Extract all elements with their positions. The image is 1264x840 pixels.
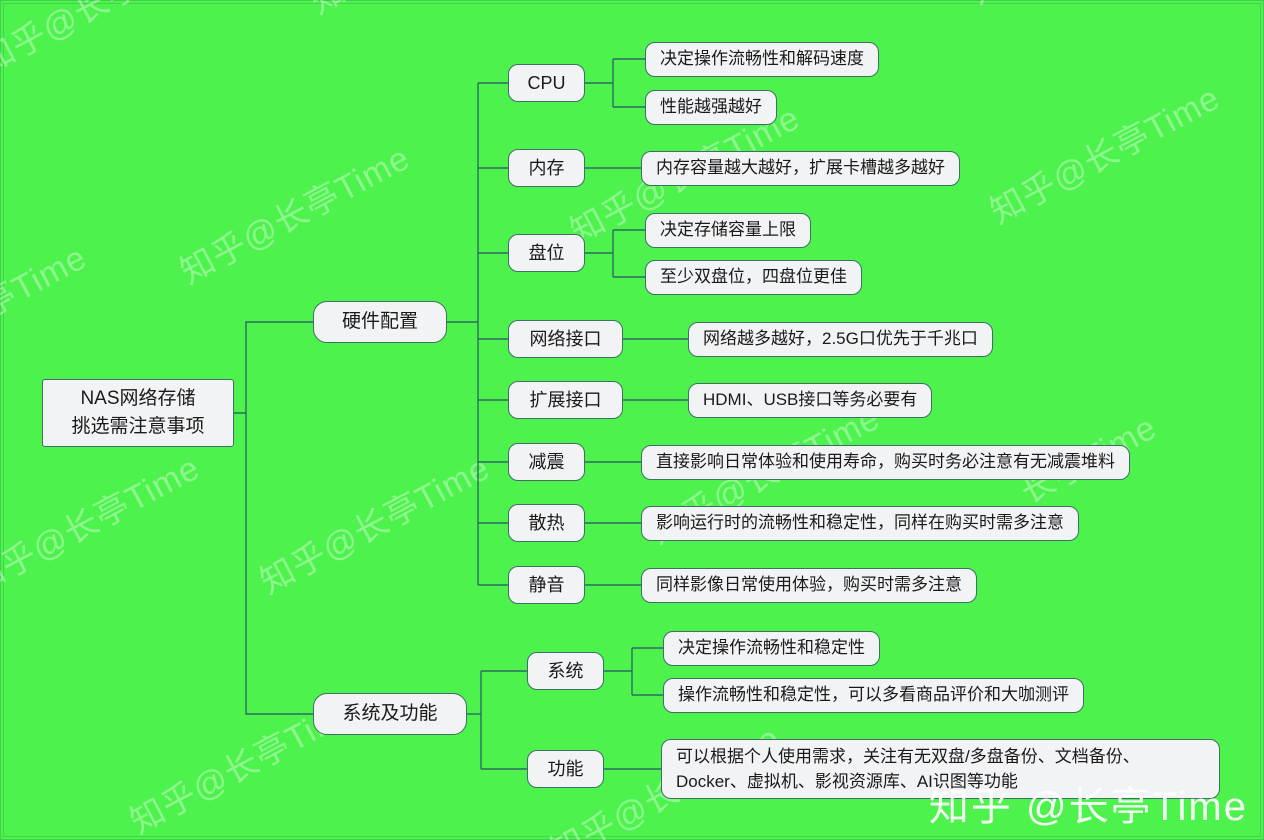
leaf-label: 决定存储容量上限 (660, 220, 796, 240)
leaf-node-system-2[interactable]: 操作流畅性和稳定性，可以多看商品评价和大咖测评 (663, 678, 1084, 713)
leaf-label: 内存容量越大越好，扩展卡槽越多越好 (656, 158, 945, 178)
background-watermark: 知乎@长亭Time (0, 0, 217, 82)
leaf-node-network-ports-1[interactable]: 网络越多越好，2.5G口优先于千兆口 (688, 322, 993, 357)
branch-label: 系统及功能 (342, 703, 438, 725)
branch-node-hardware[interactable]: 硬件配置 (313, 301, 447, 343)
topic-label: CPU (527, 72, 566, 93)
background-watermark: 知乎@长亭Time (0, 448, 207, 602)
leaf-node-features-1[interactable]: 可以根据个人使用需求，关注有无双盘/多盘备份、文档备份、Docker、虚拟机、影… (661, 739, 1220, 799)
leaf-node-noise-1[interactable]: 同样影像日常使用体验，购买时需多注意 (641, 568, 977, 603)
mindmap-canvas: 知乎@长亭Time 知乎@长亭Time 长亭Time 知乎@长亭Time 长亭T… (0, 0, 1264, 840)
topic-label: 盘位 (528, 242, 565, 263)
background-watermark: 知乎@长亭Time (300, 0, 547, 23)
leaf-label: HDMI、USB接口等务必要有 (703, 390, 918, 410)
root-node-line2: 挑选需注意事项 (71, 416, 205, 437)
topic-label: 系统 (547, 660, 584, 681)
leaf-label: 影响运行时的流畅性和稳定性，同样在购买时需多注意 (656, 513, 1064, 533)
leaf-node-vibration-1[interactable]: 直接影响日常体验和使用寿命，购买时务必注意有无减震堆料 (641, 445, 1130, 480)
topic-label: 静音 (528, 574, 565, 595)
leaf-label: 性能越强越好 (660, 97, 762, 117)
leaf-node-drive-bays-1[interactable]: 决定存储容量上限 (645, 213, 811, 248)
root-node-line1: NAS网络存储 (80, 388, 196, 410)
root-node[interactable]: NAS网络存储 挑选需注意事项 (42, 379, 234, 447)
topic-node-drive-bays[interactable]: 盘位 (508, 234, 585, 272)
topic-node-features[interactable]: 功能 (527, 750, 604, 788)
topic-node-system[interactable]: 系统 (527, 652, 604, 690)
leaf-label: 网络越多越好，2.5G口优先于千兆口 (703, 329, 978, 349)
topic-node-cpu[interactable]: CPU (508, 64, 585, 102)
topic-node-noise[interactable]: 静音 (508, 566, 585, 604)
background-watermark: 长亭Time (0, 238, 94, 342)
background-watermark: 知乎@长亭Time (984, 78, 1227, 232)
topic-label: 扩展接口 (529, 389, 602, 410)
background-watermark: 长亭Time (690, 0, 844, 3)
leaf-label: 直接影响日常体验和使用寿命，购买时务必注意有无减震堆料 (656, 452, 1115, 472)
leaf-node-expansion-ports-1[interactable]: HDMI、USB接口等务必要有 (688, 383, 933, 418)
topic-label: 内存 (528, 157, 565, 178)
topic-label: 功能 (547, 758, 584, 779)
topic-label: 网络接口 (529, 328, 602, 349)
branch-label: 硬件配置 (341, 311, 418, 333)
topic-label: 散热 (528, 512, 565, 533)
leaf-label: 决定操作流畅性和稳定性 (678, 638, 865, 658)
leaf-label: 操作流畅性和稳定性，可以多看商品评价和大咖测评 (678, 685, 1069, 705)
topic-node-vibration[interactable]: 减震 (508, 443, 585, 481)
background-watermark: 知乎@长亭Time (254, 448, 497, 602)
leaf-label: 至少双盘位，四盘位更佳 (660, 267, 847, 287)
leaf-label: 可以根据个人使用需求，关注有无双盘/多盘备份、文档备份、Docker、虚拟机、影… (676, 746, 1140, 792)
leaf-label: 同样影像日常使用体验，购买时需多注意 (656, 575, 962, 595)
background-watermark: 知乎@长亭Time (960, 0, 1207, 13)
topic-node-network-ports[interactable]: 网络接口 (508, 320, 623, 358)
leaf-node-cooling-1[interactable]: 影响运行时的流畅性和稳定性，同样在购买时需多注意 (641, 506, 1079, 541)
topic-node-expansion-ports[interactable]: 扩展接口 (508, 381, 623, 419)
leaf-node-memory-1[interactable]: 内存容量越大越好，扩展卡槽越多越好 (641, 151, 960, 186)
leaf-node-system-1[interactable]: 决定操作流畅性和稳定性 (663, 631, 880, 666)
branch-node-system[interactable]: 系统及功能 (313, 693, 467, 735)
leaf-node-cpu-2[interactable]: 性能越强越好 (645, 90, 777, 125)
topic-node-cooling[interactable]: 散热 (508, 504, 585, 542)
topic-node-memory[interactable]: 内存 (508, 149, 585, 187)
topic-label: 减震 (528, 451, 565, 472)
leaf-node-cpu-1[interactable]: 决定操作流畅性和解码速度 (645, 42, 879, 77)
background-watermark: 知乎@长亭Time (174, 138, 417, 292)
leaf-label: 决定操作流畅性和解码速度 (660, 49, 864, 69)
leaf-node-drive-bays-2[interactable]: 至少双盘位，四盘位更佳 (645, 260, 862, 295)
